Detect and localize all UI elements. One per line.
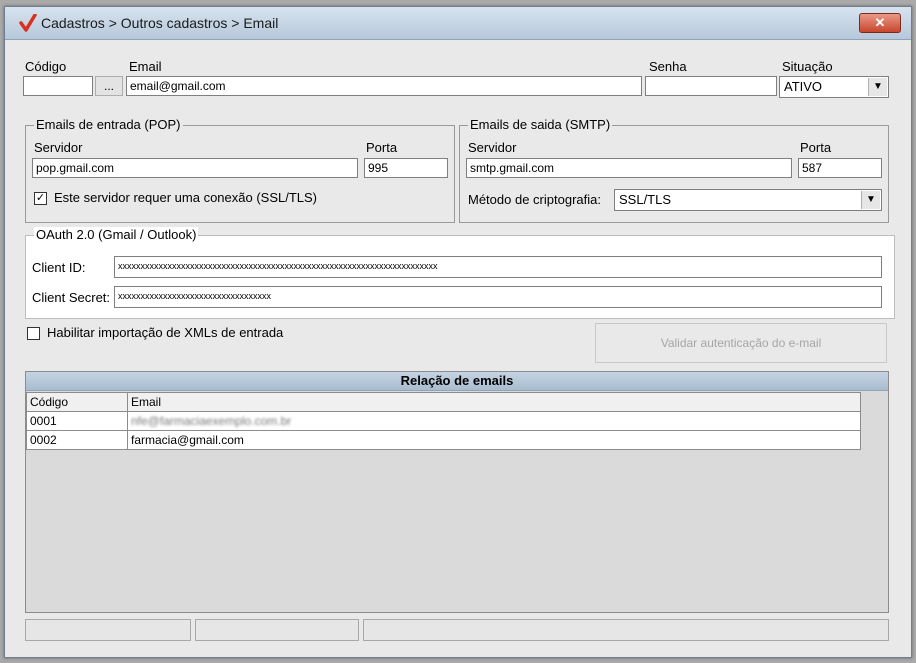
column-header-email[interactable]: Email <box>127 392 861 412</box>
ssl-checkbox[interactable]: ✓ <box>34 192 47 205</box>
validate-auth-button[interactable]: Validar autenticação do e-mail <box>595 323 887 363</box>
table-header-row: Código Email <box>26 392 861 412</box>
pop-legend: Emails de entrada (POP) <box>34 117 183 132</box>
smtp-porta-label: Porta <box>800 140 832 155</box>
import-xml-checkbox[interactable] <box>27 327 40 340</box>
pop-porta-input[interactable]: 995 <box>364 158 448 178</box>
pop-servidor-input[interactable]: pop.gmail.com <box>32 158 358 178</box>
client-id-label: Client ID: <box>32 260 86 275</box>
title-bar: Cadastros > Outros cadastros > Email ✕ <box>5 7 911 40</box>
email-list-grid: Relação de emails Código Email 0001 nfe@… <box>25 371 889 613</box>
pop-servidor-label: Servidor <box>34 140 83 155</box>
email-label: Email <box>129 59 162 74</box>
situacao-value: ATIVO <box>784 79 823 94</box>
close-button[interactable]: ✕ <box>859 13 901 33</box>
oauth-legend: OAuth 2.0 (Gmail / Outlook) <box>34 227 199 242</box>
row-email-blurred: nfe@farmaciaexemplo.com.br <box>131 414 292 428</box>
email-register-window: Cadastros > Outros cadastros > Email ✕ C… <box>4 6 912 658</box>
oauth-group: OAuth 2.0 (Gmail / Outlook) Client ID: x… <box>25 227 895 319</box>
client-id-input[interactable]: xxxxxxxxxxxxxxxxxxxxxxxxxxxxxxxxxxxxxxxx… <box>114 256 882 278</box>
status-bar <box>25 619 889 643</box>
codigo-lookup-button[interactable]: ... <box>95 76 123 96</box>
client-secret-label: Client Secret: <box>32 290 111 305</box>
window-title: Cadastros > Outros cadastros > Email <box>41 15 279 31</box>
codigo-input[interactable] <box>23 76 93 96</box>
senha-label: Senha <box>649 59 687 74</box>
email-input[interactable]: email@gmail.com <box>126 76 642 96</box>
table-row[interactable]: 0001 nfe@farmaciaexemplo.com.br <box>26 411 861 431</box>
situacao-label: Situação <box>782 59 833 74</box>
codigo-label: Código <box>25 59 67 74</box>
column-header-codigo[interactable]: Código <box>26 392 128 412</box>
client-secret-input[interactable]: xxxxxxxxxxxxxxxxxxxxxxxxxxxxxxxxxx <box>114 286 882 308</box>
chevron-down-icon[interactable]: ▼ <box>861 191 880 209</box>
status-segment <box>363 619 889 641</box>
pop-group: Emails de entrada (POP) Servidor pop.gma… <box>25 117 455 223</box>
smtp-legend: Emails de saida (SMTP) <box>468 117 613 132</box>
situacao-select[interactable]: ATIVO ▼ <box>779 76 889 98</box>
app-logo-icon <box>19 14 37 32</box>
email-list-table: Código Email 0001 nfe@farmaciaexemplo.co… <box>26 392 861 450</box>
smtp-servidor-label: Servidor <box>468 140 517 155</box>
chevron-down-icon[interactable]: ▼ <box>868 78 887 96</box>
smtp-servidor-input[interactable]: smtp.gmail.com <box>466 158 792 178</box>
status-segment <box>195 619 359 641</box>
email-list-caption: Relação de emails <box>26 372 888 391</box>
row-email: nfe@farmaciaexemplo.com.br <box>127 411 861 431</box>
table-row[interactable]: 0002 farmacia@gmail.com <box>26 430 861 450</box>
row-email: farmacia@gmail.com <box>127 430 861 450</box>
smtp-porta-input[interactable]: 587 <box>798 158 882 178</box>
metodo-label: Método de criptografia: <box>468 192 601 207</box>
senha-input[interactable] <box>645 76 777 96</box>
metodo-value: SSL/TLS <box>619 192 672 207</box>
status-segment <box>25 619 191 641</box>
import-xml-label: Habilitar importação de XMLs de entrada <box>47 325 284 340</box>
metodo-select[interactable]: SSL/TLS ▼ <box>614 189 882 211</box>
ssl-checkbox-label: Este servidor requer uma conexão (SSL/TL… <box>54 190 318 205</box>
row-codigo: 0001 <box>26 411 128 431</box>
pop-porta-label: Porta <box>366 140 398 155</box>
smtp-group: Emails de saida (SMTP) Servidor smtp.gma… <box>459 117 889 223</box>
row-codigo: 0002 <box>26 430 128 450</box>
